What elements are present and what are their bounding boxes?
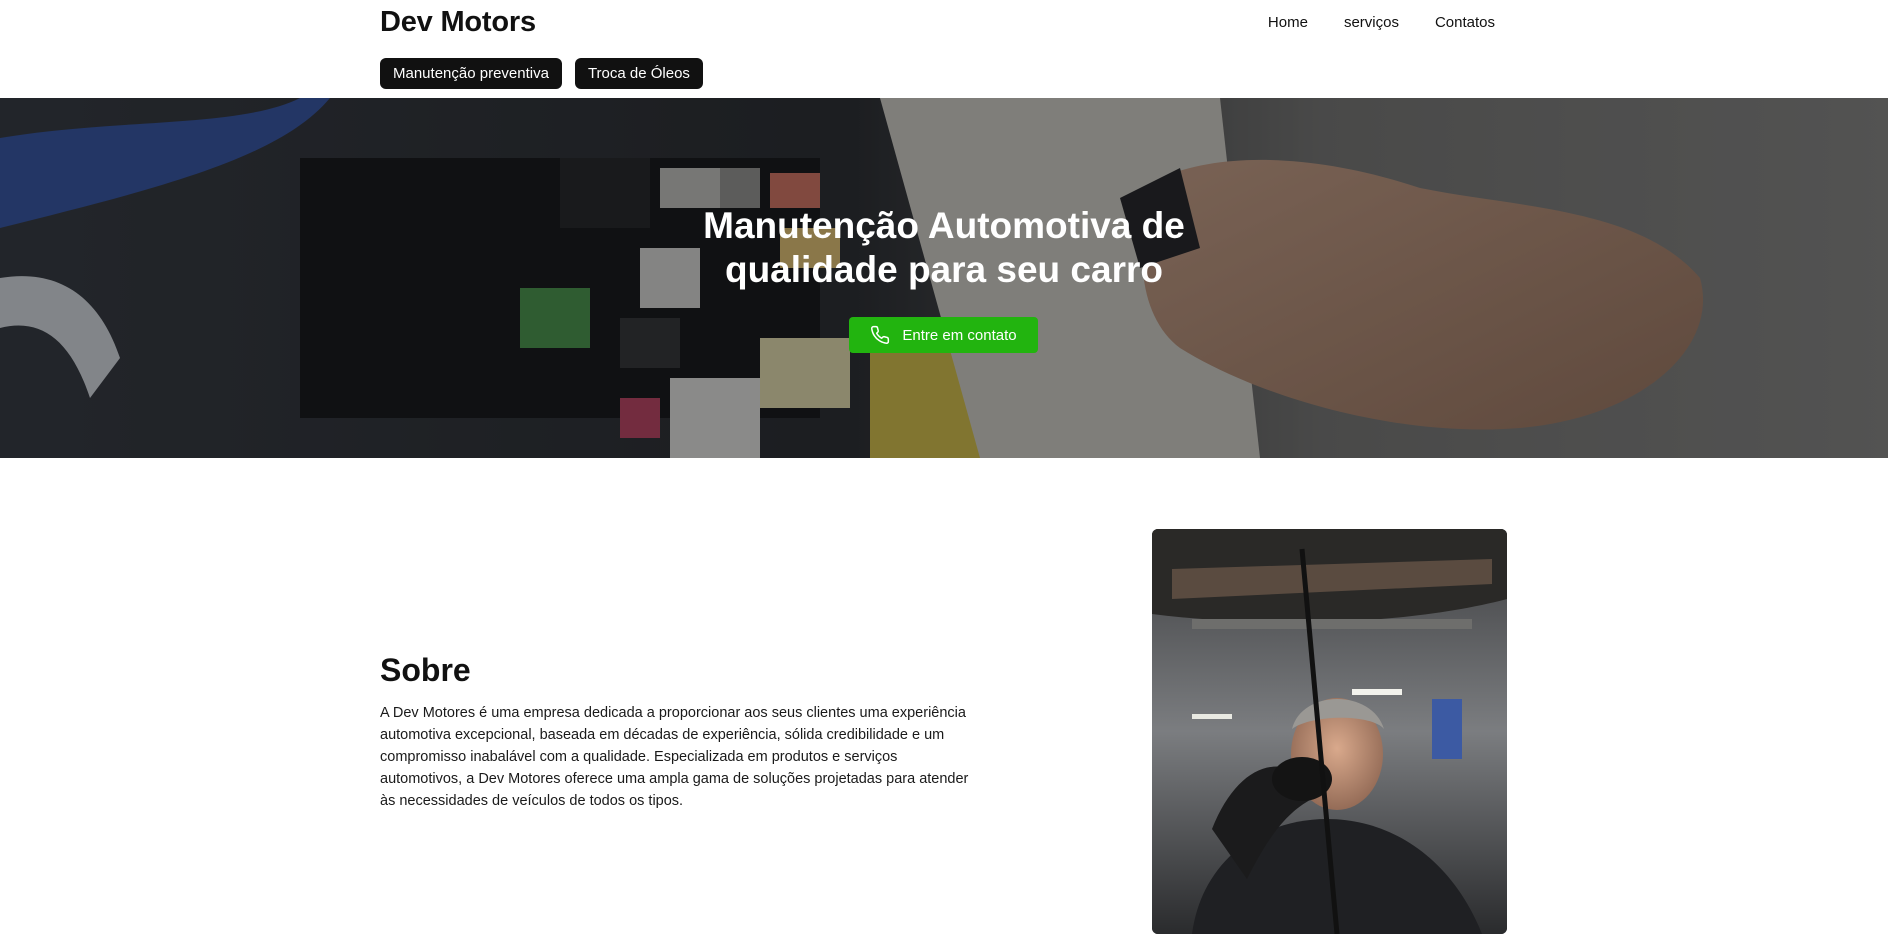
main-nav: Home serviços Contatos [1268,14,1495,31]
mechanic-photo [1152,529,1507,934]
site-header: Dev Motors Home serviços Contatos Manute… [0,0,1888,98]
chip-preventive-maintenance[interactable]: Manutenção preventiva [380,58,562,89]
phone-icon [870,325,890,345]
about-description: A Dev Motores é uma empresa dedicada a p… [380,705,969,809]
nav-home-link[interactable]: Home [1268,14,1308,31]
nav-services-link[interactable]: serviços [1344,14,1399,31]
brand-logo[interactable]: Dev Motors [380,6,536,39]
hero-title-line-1: Manutenção Automotiva de [703,205,1185,246]
chip-oil-change[interactable]: Troca de Óleos [574,58,703,89]
about-title: Sobre [380,652,471,688]
hero-title: Manutenção Automotiva de qualidade para … [0,204,1888,292]
contact-cta-label: Entre em contato [902,326,1017,344]
contact-cta-button[interactable]: Entre em contato [849,317,1038,353]
nav-contacts-link[interactable]: Contatos [1435,14,1495,31]
service-chips: Manutenção preventiva Troca de Óleos [380,58,703,89]
hero-title-line-2: qualidade para seu carro [724,249,1163,290]
hero-banner: Manutenção Automotiva de qualidade para … [0,98,1888,458]
